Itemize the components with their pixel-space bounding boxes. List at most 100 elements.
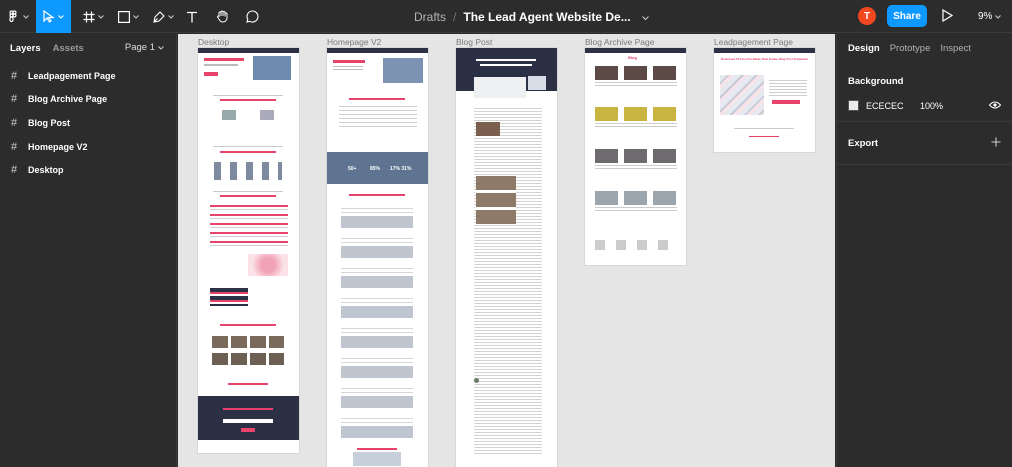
zoom-control[interactable]: 9% [978, 0, 1002, 33]
figma-logo-icon [6, 9, 20, 24]
frame-hash-icon: # [11, 116, 18, 129]
post-grid-row [595, 107, 677, 121]
design-canvas[interactable]: Desktop Homepage V2 Blog Post Blog Archi… [178, 34, 835, 467]
chevron-down-icon [58, 14, 64, 19]
blog-title [476, 59, 536, 61]
team-photos-row [212, 336, 284, 348]
background-fill-row: ECECEC 100% [848, 100, 1002, 111]
frame-label-blog-archive[interactable]: Blog Archive Page [585, 37, 654, 47]
chevron-down-icon [158, 42, 164, 53]
footer-accent [749, 136, 779, 137]
pen-tool-button[interactable] [148, 0, 178, 33]
leadpage-text [769, 80, 807, 96]
export-section: Export [837, 122, 1012, 165]
feature-image [260, 110, 274, 120]
frame-nav-bar [585, 48, 686, 53]
frame-homepage-v2[interactable]: 50+ 85% 17% 31% [327, 48, 428, 467]
background-hex-input[interactable]: ECECEC [866, 101, 920, 111]
post-grid-row [595, 66, 677, 80]
color-swatch[interactable] [848, 100, 859, 111]
chevron-down-icon[interactable] [641, 10, 649, 24]
stat-value: 17% 31% [390, 166, 412, 172]
layer-item[interactable]: # Blog Archive Page [0, 88, 176, 112]
frame-nav-bar [327, 48, 428, 53]
frame-label-desktop[interactable]: Desktop [198, 37, 229, 47]
hand-tool-button[interactable] [211, 0, 233, 33]
breadcrumb-separator: / [453, 9, 457, 24]
file-name[interactable]: The Lead Agent Website De... [463, 10, 630, 24]
export-title: Export [848, 137, 879, 149]
cta-button [241, 428, 255, 432]
frame-nav-bar [198, 48, 299, 53]
tab-design[interactable]: Design [848, 43, 880, 54]
frame-hash-icon: # [11, 164, 18, 177]
section-heading [220, 324, 276, 326]
move-tool-button[interactable] [36, 0, 71, 33]
section-heading [228, 383, 268, 385]
share-button[interactable]: Share [887, 5, 927, 27]
frame-label-homepage-v2[interactable]: Homepage V2 [327, 37, 381, 47]
icon-row [214, 162, 282, 180]
layer-list: # Leadpagement Page # Blog Archive Page # B… [0, 64, 176, 182]
right-panel-tabs: Design Prototype Inspect [837, 34, 1012, 62]
frame-hash-icon [83, 11, 95, 23]
tab-prototype[interactable]: Prototype [890, 43, 931, 54]
footer-links [595, 240, 677, 250]
present-play-button[interactable] [942, 8, 954, 27]
section-line [734, 128, 794, 129]
blog-image [474, 77, 526, 98]
frame-blog-post[interactable] [456, 48, 557, 467]
layer-label: Desktop [28, 165, 64, 176]
section-heading [349, 194, 405, 196]
breadcrumb-project[interactable]: Drafts [414, 10, 446, 24]
post-grid-text [595, 165, 677, 171]
map-graphic [248, 254, 288, 276]
frame-hash-icon: # [11, 140, 18, 153]
eye-visibility-icon[interactable] [988, 101, 1002, 111]
page-selector[interactable]: Page 1 [125, 42, 164, 53]
frame-label-leadpage[interactable]: Leadpagement Page [714, 37, 793, 47]
zoom-level: 9% [978, 11, 993, 22]
section-heading [220, 151, 276, 153]
breadcrumb: Drafts / The Lead Agent Website De... [414, 0, 649, 33]
comment-tool-button[interactable] [241, 0, 263, 33]
layers-panel: Layers Assets Page 1 # Leadpagement Page … [0, 34, 177, 467]
toolbar: Drafts / The Lead Agent Website De... T … [0, 0, 1012, 33]
frame-tool-button[interactable] [78, 0, 108, 33]
frame-hash-icon: # [11, 69, 18, 82]
chevron-down-icon [22, 14, 29, 19]
export-row: Export [848, 134, 1001, 152]
frame-leadpage[interactable]: Download 50 Free Pre-Made Real Estate Bl… [714, 48, 815, 152]
tab-assets[interactable]: Assets [53, 43, 84, 54]
tab-layers[interactable]: Layers [10, 43, 41, 54]
text-tool-button[interactable] [181, 0, 203, 33]
tab-inspect[interactable]: Inspect [940, 43, 971, 54]
article-image [476, 122, 500, 136]
team-photos-row [212, 353, 284, 365]
layer-item[interactable]: # Leadpagement Page [0, 64, 176, 88]
plus-icon[interactable] [991, 134, 1001, 152]
section-line [213, 191, 283, 192]
author-avatar [474, 378, 479, 383]
chevron-down-icon [167, 14, 174, 19]
frame-nav-bar [714, 48, 815, 53]
layer-item[interactable]: # Blog Post [0, 111, 176, 135]
properties-panel: Design Prototype Inspect Background ECEC… [836, 34, 1012, 467]
cta-dark-section [198, 396, 299, 440]
layer-item[interactable]: # Desktop [0, 158, 176, 182]
dashboard-graphic [210, 288, 248, 306]
layer-item[interactable]: # Homepage V2 [0, 135, 176, 159]
shape-tool-button[interactable] [113, 0, 143, 33]
blog-title [480, 64, 532, 66]
section-heading [220, 99, 276, 101]
main-menu-button[interactable] [0, 0, 34, 33]
frame-blog-archive[interactable]: Blog [585, 48, 686, 265]
frame-label-blog-post[interactable]: Blog Post [456, 37, 492, 47]
frame-desktop[interactable] [198, 48, 299, 453]
post-grid-row [595, 191, 677, 205]
stat-value: 85% [370, 166, 381, 172]
article-text [474, 106, 542, 456]
background-opacity-input[interactable]: 100% [920, 101, 980, 111]
cursor-arrow-icon [43, 10, 55, 23]
user-avatar[interactable]: T [858, 7, 876, 25]
